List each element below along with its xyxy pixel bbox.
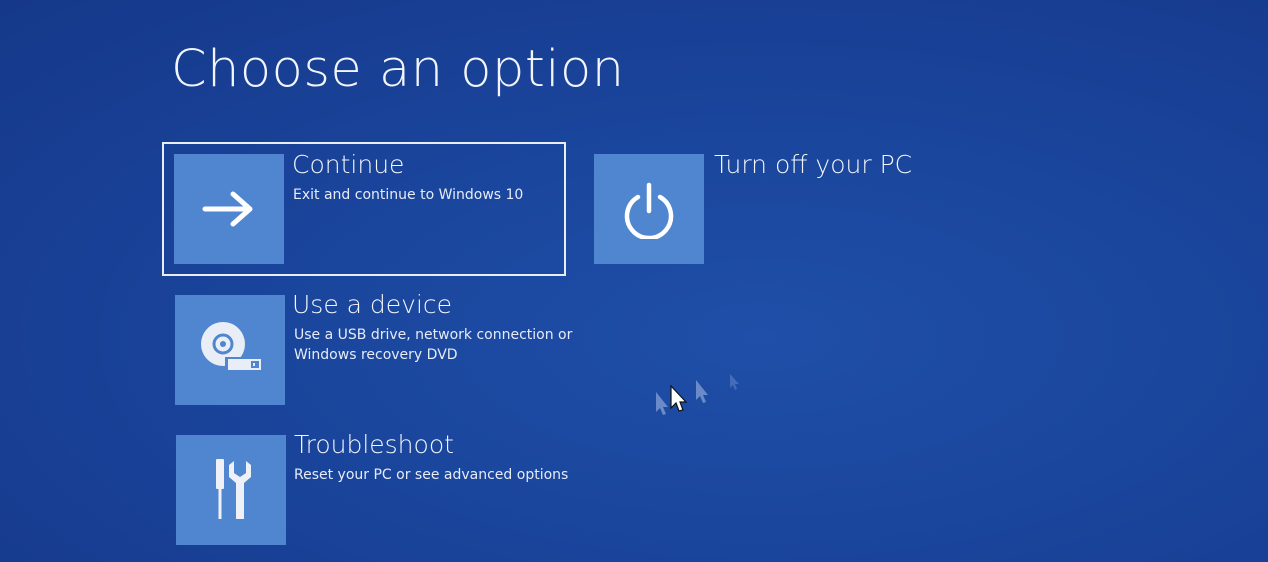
power-icon bbox=[624, 182, 674, 239]
troubleshoot-desc: Reset your PC or see advanced options bbox=[294, 467, 569, 483]
page-title: Choose an option bbox=[171, 40, 625, 99]
turn-off-title[interactable]: Turn off your PC bbox=[714, 150, 912, 179]
disc-usb-icon bbox=[201, 322, 261, 370]
continue-title: Continue bbox=[292, 150, 405, 179]
troubleshoot-title: Troubleshoot bbox=[294, 430, 454, 459]
mouse-cursor-icon bbox=[656, 374, 739, 415]
tools-icon bbox=[216, 459, 251, 519]
troubleshoot-tile[interactable] bbox=[176, 435, 286, 545]
use-device-desc-line2: Windows recovery DVD bbox=[294, 347, 458, 363]
arrow-right-icon bbox=[202, 191, 253, 227]
use-device-tile[interactable] bbox=[175, 295, 285, 405]
continue-desc: Exit and continue to Windows 10 bbox=[293, 187, 524, 203]
use-device-title: Use a device bbox=[292, 290, 453, 319]
continue-tile[interactable] bbox=[174, 154, 284, 264]
turn-off-tile[interactable] bbox=[594, 154, 704, 264]
use-device-desc-line1: Use a USB drive, network connection or bbox=[294, 327, 573, 343]
